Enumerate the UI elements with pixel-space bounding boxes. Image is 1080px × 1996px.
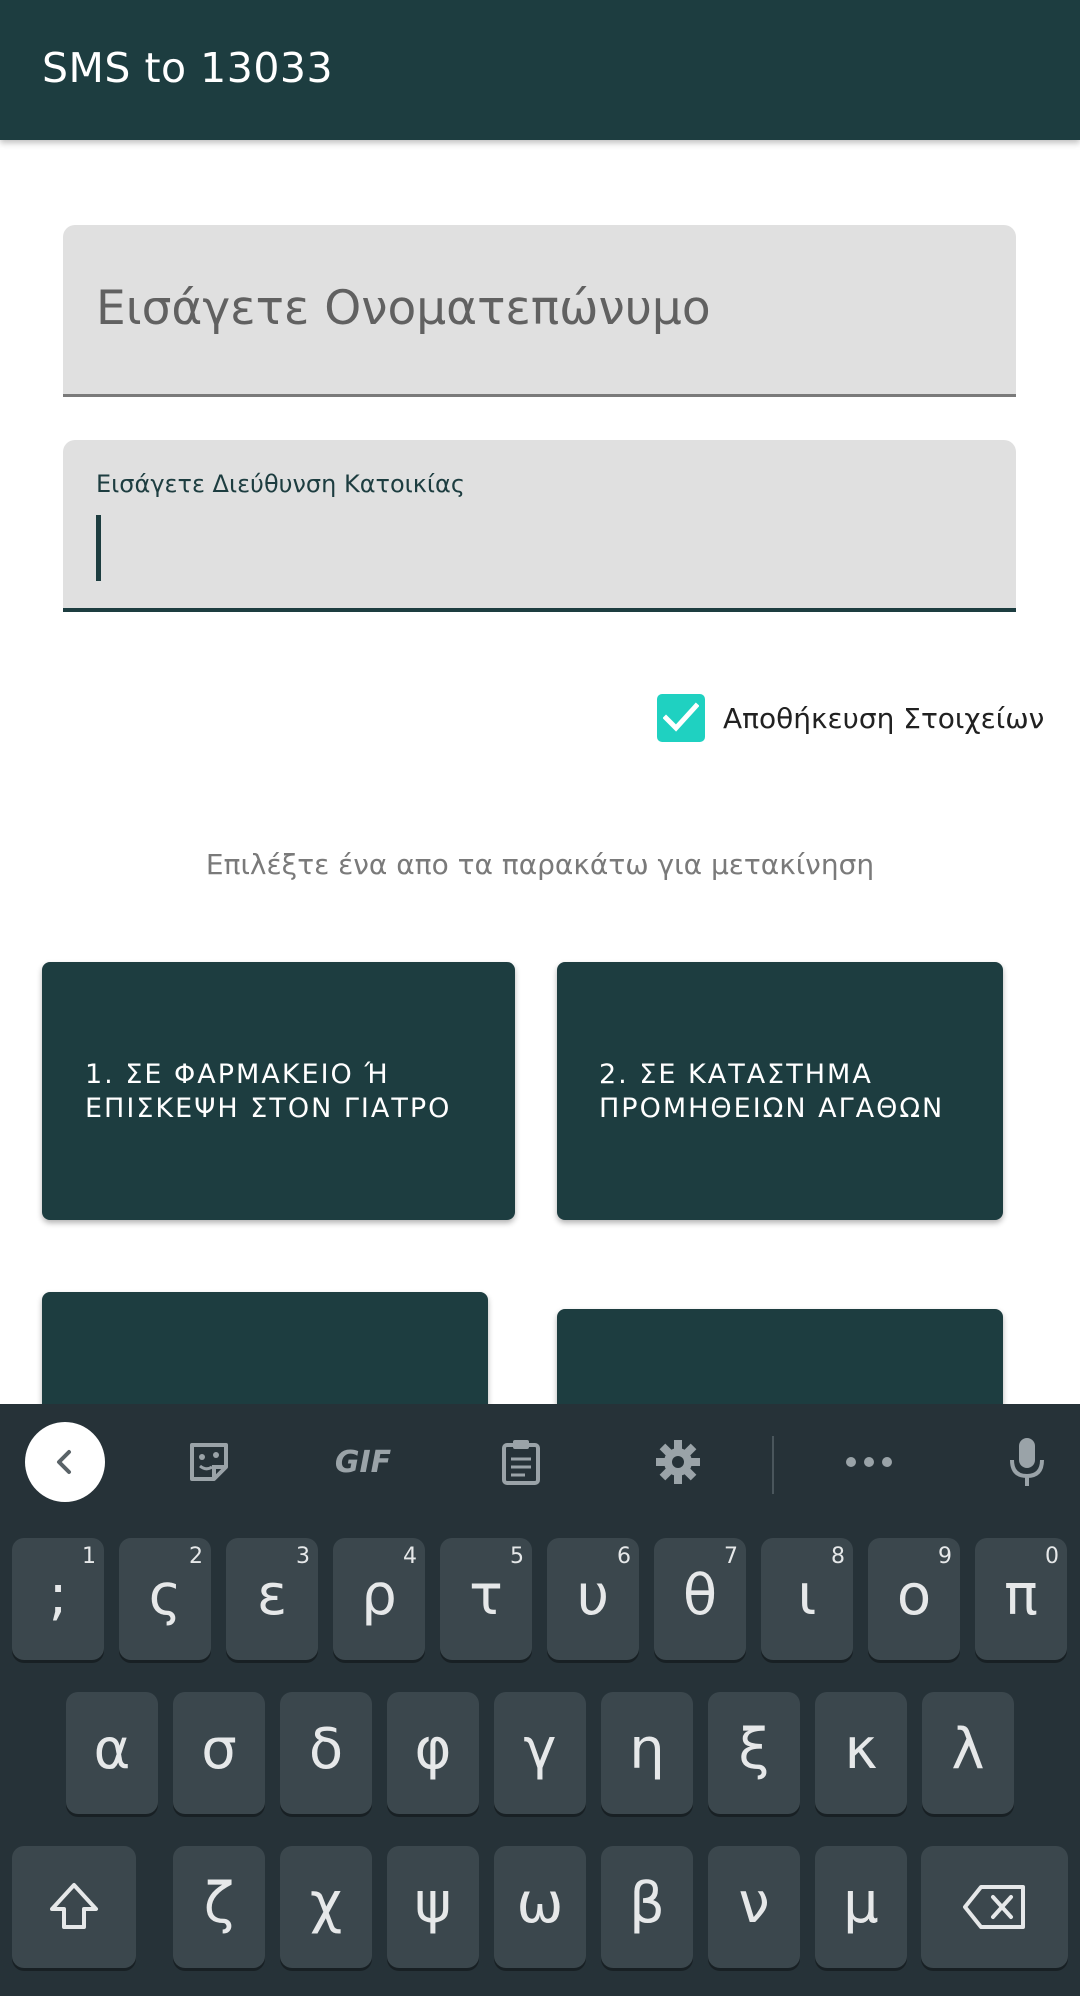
key-char: α [93,1717,131,1782]
key-number-hint: 2 [189,1544,203,1569]
key-ν[interactable]: ν [708,1846,800,1968]
key-α[interactable]: α [66,1692,158,1814]
key-ε[interactable]: ε3 [226,1538,318,1660]
key-υ[interactable]: υ6 [547,1538,639,1660]
app-title: SMS to 13033 [42,44,334,92]
clipboard-icon[interactable] [491,1432,551,1492]
key-number-hint: 6 [617,1544,631,1569]
key-β[interactable]: β [601,1846,693,1968]
key-ρ[interactable]: ρ4 [333,1538,425,1660]
shift-icon [12,1846,136,1968]
key-char: λ [951,1717,985,1782]
option-label-2: 2. ΣΕ ΚΑΤΑΣΤΗΜΑ ΠΡΟΜΗΘΕΙΩΝ ΑΓΑΘΩΝ [599,1059,945,1124]
key-char: ξ [738,1717,770,1782]
backspace-icon [921,1846,1068,1968]
key-char: χ [309,1871,343,1936]
key-ο[interactable]: ο9 [868,1538,960,1660]
key-ι[interactable]: ι8 [761,1538,853,1660]
key-ψ[interactable]: ψ [387,1846,479,1968]
key-κ[interactable]: κ [815,1692,907,1814]
key-char: ρ [361,1563,397,1628]
key-σ[interactable]: σ [173,1692,265,1814]
key-char: ω [516,1871,564,1936]
key-char: μ [843,1871,879,1936]
key-char: ς [148,1563,182,1628]
key-char: ο [896,1563,932,1628]
key-η[interactable]: η [601,1692,693,1814]
gif-icon[interactable]: GIF [333,1432,393,1492]
key-θ[interactable]: θ7 [654,1538,746,1660]
app-bar: SMS to 13033 [0,0,1080,140]
address-label: Εισάγετε Διεύθυνση Κατοικίας [96,470,465,498]
key-number-hint: 0 [1045,1544,1059,1569]
more-icon[interactable] [839,1432,899,1492]
name-input[interactable]: Εισάγετε Ονοματεπώνυμο [63,225,1016,397]
key-char: κ [844,1717,878,1782]
key-char: η [629,1717,665,1782]
key-char: ν [738,1871,770,1936]
key-char: σ [201,1717,237,1782]
key-number-hint: 3 [296,1544,310,1569]
keyboard-toolbar: GIF [0,1404,1080,1519]
key-ξ[interactable]: ξ [708,1692,800,1814]
key-φ[interactable]: φ [387,1692,479,1814]
key-τ[interactable]: τ5 [440,1538,532,1660]
key-char: ; [48,1563,68,1628]
instruction-text: Επιλέξτε ένα απο τα παρακάτω για μετακίν… [205,848,875,881]
option-button-2[interactable]: 2. ΣΕ ΚΑΤΑΣΤΗΜΑ ΠΡΟΜΗΘΕΙΩΝ ΑΓΑΘΩΝ [557,962,1003,1220]
key-γ[interactable]: γ [494,1692,586,1814]
key-ω[interactable]: ω [494,1846,586,1968]
option-label-1: 1. ΣΕ ΦΑΡΜΑΚΕΙΟ Ή ΕΠΙΣΚΕΨΗ ΣΤΟΝ ΓΙΑΤΡΟ [85,1059,452,1124]
save-details-checkbox[interactable] [657,694,705,742]
key-δ[interactable]: δ [280,1692,372,1814]
shift-key[interactable] [12,1846,136,1968]
sticker-icon[interactable] [179,1432,239,1492]
key-char: φ [414,1717,452,1782]
key-number-hint: 8 [831,1544,845,1569]
key-ζ[interactable]: ζ [173,1846,265,1968]
settings-icon[interactable] [648,1432,708,1492]
toolbar-divider [772,1436,774,1494]
gif-label: GIF [334,1444,392,1480]
key-char: υ [576,1563,610,1628]
mic-icon[interactable] [997,1432,1057,1492]
key-char: ε [256,1563,288,1628]
key-char: τ [469,1563,503,1628]
key-λ[interactable]: λ [922,1692,1014,1814]
key-char: ψ [414,1871,452,1936]
name-placeholder: Εισάγετε Ονοματεπώνυμο [96,281,711,336]
key-char: β [629,1871,665,1936]
key-χ[interactable]: χ [280,1846,372,1968]
key-char: π [1004,1563,1038,1628]
key-number-hint: 7 [724,1544,738,1569]
key-char: ζ [203,1871,235,1936]
key-number-hint: 9 [938,1544,952,1569]
key-ς[interactable]: ς2 [119,1538,211,1660]
checkmark-icon [663,702,699,732]
key-;[interactable]: ; 1 [12,1538,104,1660]
key-char: ι [797,1563,817,1628]
key-char: δ [308,1717,344,1782]
key-char: θ [682,1563,718,1628]
key-number-hint: 1 [82,1544,96,1569]
key-number-hint: 4 [403,1544,417,1569]
on-screen-keyboard: GIF ; 1 ς 2 ε 3 ρ 4 τ 5 υ 6 θ 7 ι 8 ο 9 … [0,1404,1080,1996]
key-μ[interactable]: μ [815,1846,907,1968]
address-input[interactable]: Εισάγετε Διεύθυνση Κατοικίας [63,440,1016,612]
key-number-hint: 5 [510,1544,524,1569]
backspace-key[interactable] [921,1846,1068,1968]
key-char: γ [523,1717,557,1782]
text-cursor [96,515,101,581]
save-details-label: Αποθήκευση Στοιχείων [723,702,1045,735]
key-π[interactable]: π0 [975,1538,1067,1660]
back-icon[interactable] [25,1422,105,1502]
option-button-1[interactable]: 1. ΣΕ ΦΑΡΜΑΚΕΙΟ Ή ΕΠΙΣΚΕΨΗ ΣΤΟΝ ΓΙΑΤΡΟ [42,962,515,1220]
